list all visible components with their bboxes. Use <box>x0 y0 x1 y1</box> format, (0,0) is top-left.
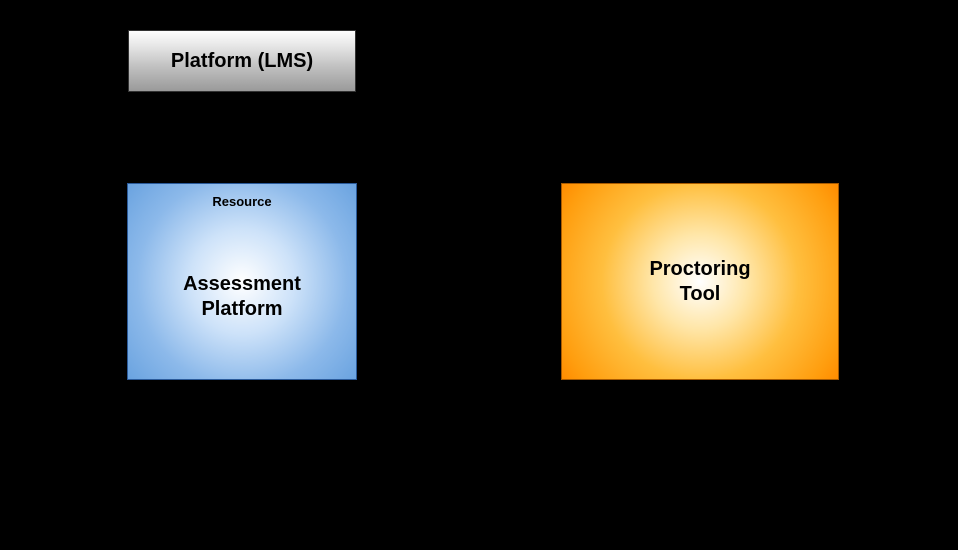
assessment-role-label: Resource <box>128 194 356 210</box>
lms-node: Platform (LMS) <box>128 30 356 92</box>
proctoring-title: Proctoring Tool <box>649 257 750 307</box>
assessment-platform-node: Resource Assessment Platform <box>127 183 357 380</box>
lms-label: Platform (LMS) <box>171 50 313 73</box>
proctoring-tool-node: Proctoring Tool <box>561 183 839 380</box>
assessment-title: Assessment Platform <box>183 272 301 322</box>
